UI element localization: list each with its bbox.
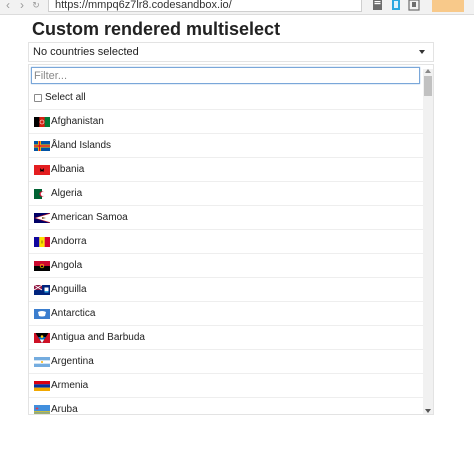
angola-flag-icon	[34, 260, 50, 271]
country-option-label: Andorra	[51, 236, 87, 247]
aland-islands-flag-icon	[34, 140, 50, 151]
address-bar[interactable]: https://mmpq6z7lr8.codesandbox.io/	[48, 0, 362, 12]
options-list: Select all Afghanistan Åland Islands Alban…	[29, 86, 423, 415]
select-all-label: Select all	[45, 92, 86, 103]
country-option-label: Angola	[51, 260, 83, 271]
country-option[interactable]: Afghanistan	[29, 110, 423, 134]
country-option-label: Anguilla	[51, 284, 87, 295]
extension-icon[interactable]	[391, 0, 401, 12]
checkbox[interactable]	[34, 93, 42, 102]
country-option-label: American Samoa	[51, 212, 128, 223]
country-option-label: Argentina	[51, 356, 94, 367]
country-option-label: Åland Islands	[51, 140, 112, 151]
algeria-flag-icon	[34, 188, 50, 199]
country-option[interactable]: Algeria	[29, 182, 423, 206]
country-option[interactable]: Angola	[29, 254, 423, 278]
afghanistan-flag-icon	[34, 116, 50, 127]
country-option[interactable]: Antigua and Barbuda	[29, 326, 423, 350]
andorra-flag-icon	[34, 236, 50, 247]
country-option-label: Armenia	[51, 380, 89, 391]
back-arrow-icon[interactable]: ‹	[2, 0, 14, 12]
scrollbar-thumb[interactable]	[424, 76, 432, 96]
reload-icon[interactable]: ↻	[30, 0, 42, 12]
country-option[interactable]: Albania	[29, 158, 423, 182]
select-all-option[interactable]: Select all	[29, 86, 423, 110]
country-option[interactable]: Argentina	[29, 350, 423, 374]
chevron-down-icon[interactable]	[419, 50, 425, 54]
country-option-label: Antigua and Barbuda	[51, 332, 145, 343]
selected-value-text: No countries selected	[33, 46, 139, 58]
scrollbar[interactable]	[423, 69, 433, 414]
albania-flag-icon	[34, 164, 50, 175]
country-option[interactable]: Aruba	[29, 398, 423, 415]
country-option-label: Aruba	[51, 404, 78, 415]
country-multiselect[interactable]: No countries selected	[28, 42, 434, 62]
argentina-flag-icon	[34, 356, 50, 367]
scroll-down-arrow-icon[interactable]	[425, 409, 431, 413]
country-option[interactable]: Anguilla	[29, 278, 423, 302]
country-option[interactable]: Åland Islands	[29, 134, 423, 158]
american-samoa-flag-icon	[34, 212, 50, 223]
country-option-label: Algeria	[51, 188, 83, 199]
scroll-up-arrow-icon[interactable]	[425, 69, 431, 73]
country-option[interactable]: Antarctica	[29, 302, 423, 326]
reader-view-icon[interactable]	[372, 0, 383, 12]
country-option[interactable]: Andorra	[29, 230, 423, 254]
bookmark-icon[interactable]	[408, 0, 420, 12]
country-option[interactable]: American Samoa	[29, 206, 423, 230]
profile-avatar[interactable]	[432, 0, 464, 12]
anguilla-flag-icon	[34, 284, 50, 295]
antarctica-flag-icon	[34, 308, 50, 319]
country-option-label: Antarctica	[51, 308, 96, 319]
dropdown-panel: Select all Afghanistan Åland Islands Alban…	[28, 64, 434, 415]
filter-input[interactable]	[31, 67, 420, 84]
antigua-and-barbuda-flag-icon	[34, 332, 50, 343]
country-option-label: Albania	[51, 164, 85, 175]
browser-toolbar: ‹ › ↻ https://mmpq6z7lr8.codesandbox.io/	[0, 0, 474, 15]
page-title: Custom rendered multiselect	[32, 19, 281, 39]
country-option[interactable]: Armenia	[29, 374, 423, 398]
armenia-flag-icon	[34, 380, 50, 391]
aruba-flag-icon	[34, 404, 50, 414]
forward-arrow-icon[interactable]: ›	[16, 0, 28, 12]
country-option-label: Afghanistan	[51, 116, 104, 127]
